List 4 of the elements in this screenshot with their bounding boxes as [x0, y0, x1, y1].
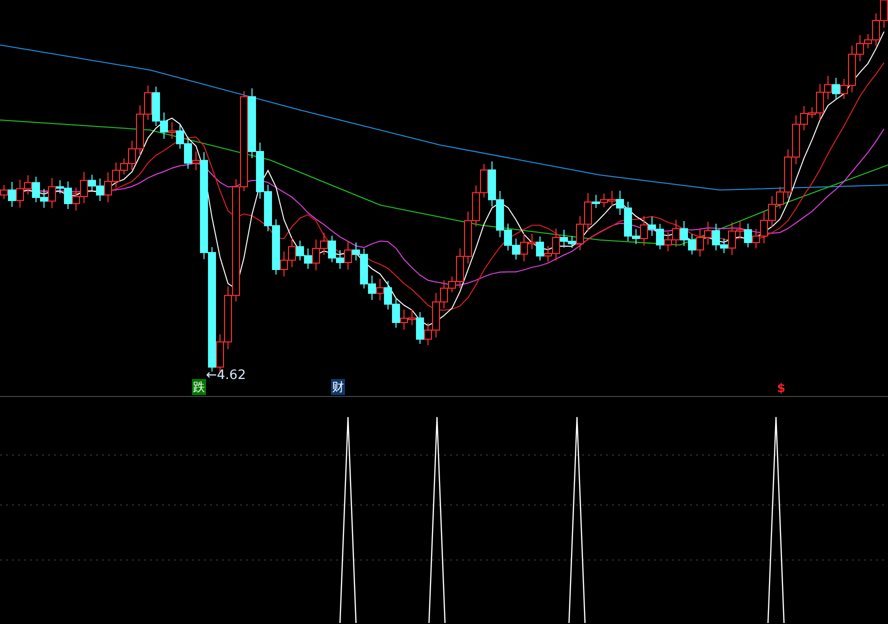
- signal-marker: $: [777, 380, 786, 396]
- low-price-label: ←4.62: [206, 368, 246, 383]
- signal-marker: 财: [331, 379, 345, 395]
- signal-marker: 跌: [192, 379, 206, 395]
